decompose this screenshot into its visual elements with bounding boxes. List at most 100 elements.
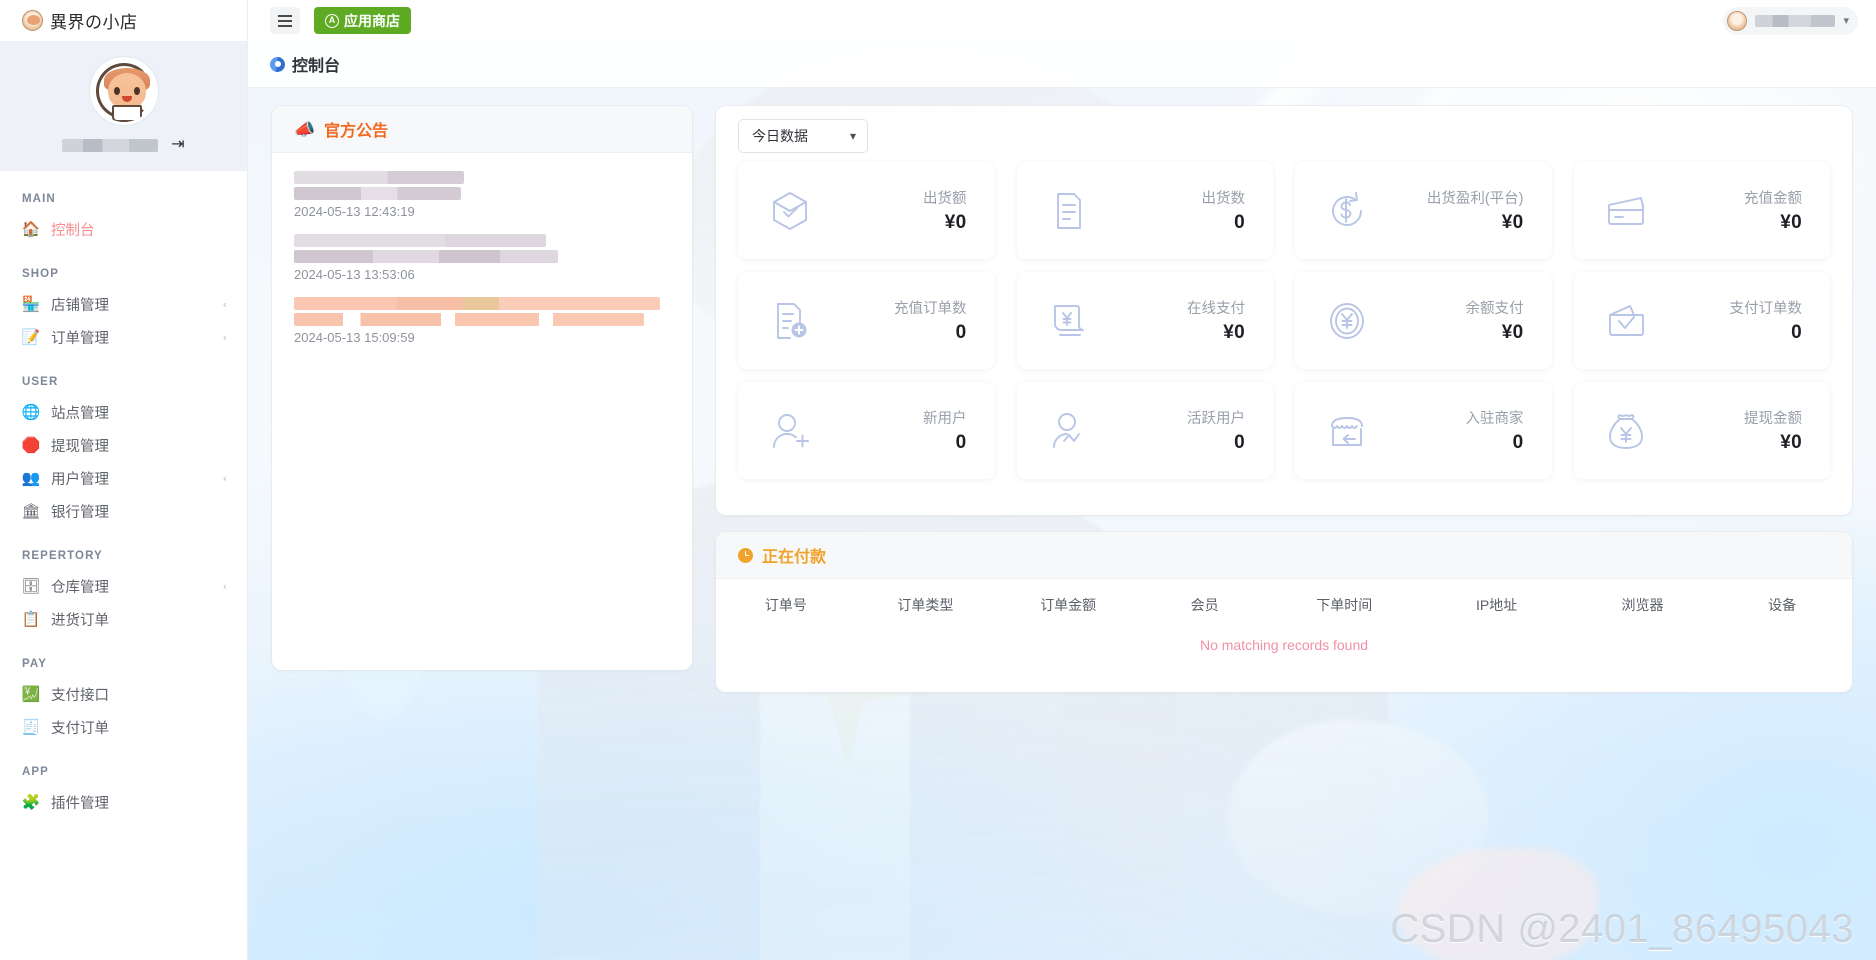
money-bag-icon xyxy=(1604,409,1648,453)
page-title: 控制台 xyxy=(292,58,341,75)
stat-value: 0 xyxy=(955,322,967,343)
paying-title: 正在付款 xyxy=(762,549,827,566)
nav-group-title-pay: PAY xyxy=(22,658,48,670)
stat-card-recharge-order-count[interactable]: 充值订单数 0 xyxy=(738,272,995,369)
stat-card-payment-order-count[interactable]: 支付订单数 0 xyxy=(1573,272,1830,369)
sidebar-item-label: 站点管理 xyxy=(51,406,109,422)
breadcrumb: 控制台 xyxy=(248,41,1876,88)
column-header-ip[interactable]: IP地址 xyxy=(1420,579,1572,629)
announcement-text-redacted xyxy=(294,250,558,263)
sidebar-item-user-manage[interactable]: 👥 用户管理 ‹ xyxy=(0,462,247,495)
stat-card-balance-payment[interactable]: 余额支付 ¥0 xyxy=(1295,272,1552,369)
stat-value: ¥0 xyxy=(944,212,967,233)
sidebar-item-bank-manage[interactable]: 🏛 银行管理 xyxy=(0,495,247,528)
sidebar-item-label: 用户管理 xyxy=(51,472,109,488)
stat-label: 出货数 xyxy=(1201,191,1246,207)
home-icon: 🏠 xyxy=(21,221,41,238)
store-icon: 🏪 xyxy=(21,296,41,313)
stat-card-withdraw-amount[interactable]: 提现金额 ¥0 xyxy=(1573,382,1830,479)
chevron-left-icon: ‹ xyxy=(222,331,227,344)
avatar xyxy=(1727,10,1748,31)
appstore-button[interactable]: A 应用商店 xyxy=(314,7,411,34)
empty-state-text: No matching records found xyxy=(1199,637,1369,653)
sidebar-item-label: 支付订单 xyxy=(51,721,109,737)
document-lines-icon xyxy=(1047,189,1091,233)
stat-card-recharge-amount[interactable]: 充值金额 ¥0 xyxy=(1573,162,1830,259)
stat-value: ¥0 xyxy=(1223,322,1245,343)
sidebar-item-pay-interface[interactable]: 💹 支付接口 xyxy=(0,678,247,711)
stat-label: 入驻商家 xyxy=(1465,411,1524,427)
announcement-title: 官方公告 xyxy=(324,123,389,140)
stat-card-shipment-amount[interactable]: 出货额 ¥0 xyxy=(738,162,995,259)
user-menu[interactable]: ▾ xyxy=(1723,6,1858,35)
stat-card-new-users[interactable]: 新用户 0 xyxy=(738,382,995,479)
sidebar-nav: MAIN 🏠 控制台 SHOP 🏪 店铺管理 ‹ 📝 订单管理 ‹ USER 🌐… xyxy=(0,171,247,849)
pay-interface-icon: 💹 xyxy=(21,686,41,703)
recharge-order-icon xyxy=(768,299,812,343)
sidebar-item-label: 控制台 xyxy=(51,223,95,239)
column-header-browser[interactable]: 浏览器 xyxy=(1573,579,1713,629)
bank-icon: 🏛 xyxy=(21,503,41,520)
statistics-panel: 今日数据 ▾ 出货额 ¥0 出货数 0 出货盈利(平台) ¥0 充值金额 ¥0 … xyxy=(716,106,1852,515)
list-item[interactable]: 2024-05-13 12:43:19 xyxy=(294,171,670,219)
sidebar-item-plugin-manage[interactable]: 🧩 插件管理 xyxy=(0,786,247,819)
date-range-select[interactable]: 今日数据 ▾ xyxy=(738,119,868,153)
sidebar-item-store-manage[interactable]: 🏪 店铺管理 ‹ xyxy=(0,288,247,321)
stat-value: 0 xyxy=(1791,322,1802,343)
list-item[interactable]: 2024-05-13 15:09:59 xyxy=(294,297,670,345)
sidebar-item-withdraw-manage[interactable]: 🛑 提现管理 xyxy=(0,429,247,462)
package-check-icon xyxy=(768,189,812,233)
stat-label: 提现金额 xyxy=(1744,411,1802,427)
chevron-left-icon: ‹ xyxy=(222,298,227,311)
column-header-order-type[interactable]: 订单类型 xyxy=(856,579,996,629)
column-header-order-time[interactable]: 下单时间 xyxy=(1268,579,1420,629)
user-plus-icon xyxy=(768,409,812,453)
date-range-value: 今日数据 xyxy=(752,128,808,144)
column-header-order-no[interactable]: 订单号 xyxy=(716,579,856,629)
sidebar-item-order-manage[interactable]: 📝 订单管理 ‹ xyxy=(0,321,247,354)
sidebar-item-label: 订单管理 xyxy=(51,331,109,347)
stat-card-online-payment[interactable]: 在线支付 ¥0 xyxy=(1016,272,1273,369)
sidebar-item-warehouse-manage[interactable]: 🗄 仓库管理 ‹ xyxy=(0,570,247,603)
stat-card-shipment-count[interactable]: 出货数 0 xyxy=(1016,162,1273,259)
announcement-time: 2024-05-13 13:53:06 xyxy=(294,267,415,282)
chevron-left-icon: ‹ xyxy=(222,580,227,593)
stat-card-grid: 出货额 ¥0 出货数 0 出货盈利(平台) ¥0 充值金额 ¥0 充值订单数 0… xyxy=(738,162,1830,479)
announcement-time: 2024-05-13 12:43:19 xyxy=(294,204,415,219)
merchant-enter-icon xyxy=(1325,409,1369,453)
paying-header: 正在付款 xyxy=(716,532,1852,579)
announcement-text-redacted xyxy=(294,171,464,184)
clock-icon xyxy=(738,547,753,563)
nav-group-title-main: MAIN xyxy=(22,193,56,205)
stat-card-shipment-profit[interactable]: 出货盈利(平台) ¥0 xyxy=(1295,162,1552,259)
sidebar-item-label: 提现管理 xyxy=(51,439,109,455)
stat-value: ¥0 xyxy=(1501,212,1524,233)
stat-label: 新用户 xyxy=(923,411,967,427)
sidebar-item-dashboard[interactable]: 🏠 控制台 xyxy=(0,213,247,246)
users-icon: 👥 xyxy=(21,470,41,487)
stat-card-merchants[interactable]: 入驻商家 0 xyxy=(1295,382,1552,479)
announcement-text-redacted xyxy=(294,234,546,247)
list-item[interactable]: 2024-05-13 13:53:06 xyxy=(294,234,670,282)
chevron-down-icon: ▾ xyxy=(1843,14,1849,27)
stat-label: 余额支付 xyxy=(1465,301,1524,317)
hamburger-icon[interactable] xyxy=(270,7,300,34)
column-header-member[interactable]: 会员 xyxy=(1141,579,1268,629)
nav-group-title-shop: SHOP xyxy=(22,268,59,280)
announcement-header: 📣 官方公告 xyxy=(272,106,692,153)
stat-value: 0 xyxy=(1512,432,1524,453)
nav-group-title-repertory: REPERTORY xyxy=(22,550,103,562)
column-header-device[interactable]: 设备 xyxy=(1712,579,1852,629)
logout-icon[interactable]: ⇥ xyxy=(171,137,184,153)
stat-card-active-users[interactable]: 活跃用户 0 xyxy=(1016,382,1273,479)
brand-header[interactable]: 異界の小店 xyxy=(0,0,247,41)
sidebar-item-label: 店铺管理 xyxy=(51,298,109,314)
sidebar-item-purchase-order[interactable]: 📋 进货订单 xyxy=(0,603,247,636)
paying-orders-table: 订单号 订单类型 订单金额 会员 下单时间 IP地址 浏览器 设备 No mat… xyxy=(716,579,1852,671)
sidebar-item-label: 插件管理 xyxy=(51,796,109,812)
column-header-order-amount[interactable]: 订单金额 xyxy=(995,579,1141,629)
sidebar-item-pay-order[interactable]: 🧾 支付订单 xyxy=(0,711,247,744)
user-avatar-icon[interactable] xyxy=(89,57,158,125)
brand-name: 異界の小店 xyxy=(50,13,138,32)
sidebar-item-site-manage[interactable]: 🌐 站点管理 xyxy=(0,396,247,429)
